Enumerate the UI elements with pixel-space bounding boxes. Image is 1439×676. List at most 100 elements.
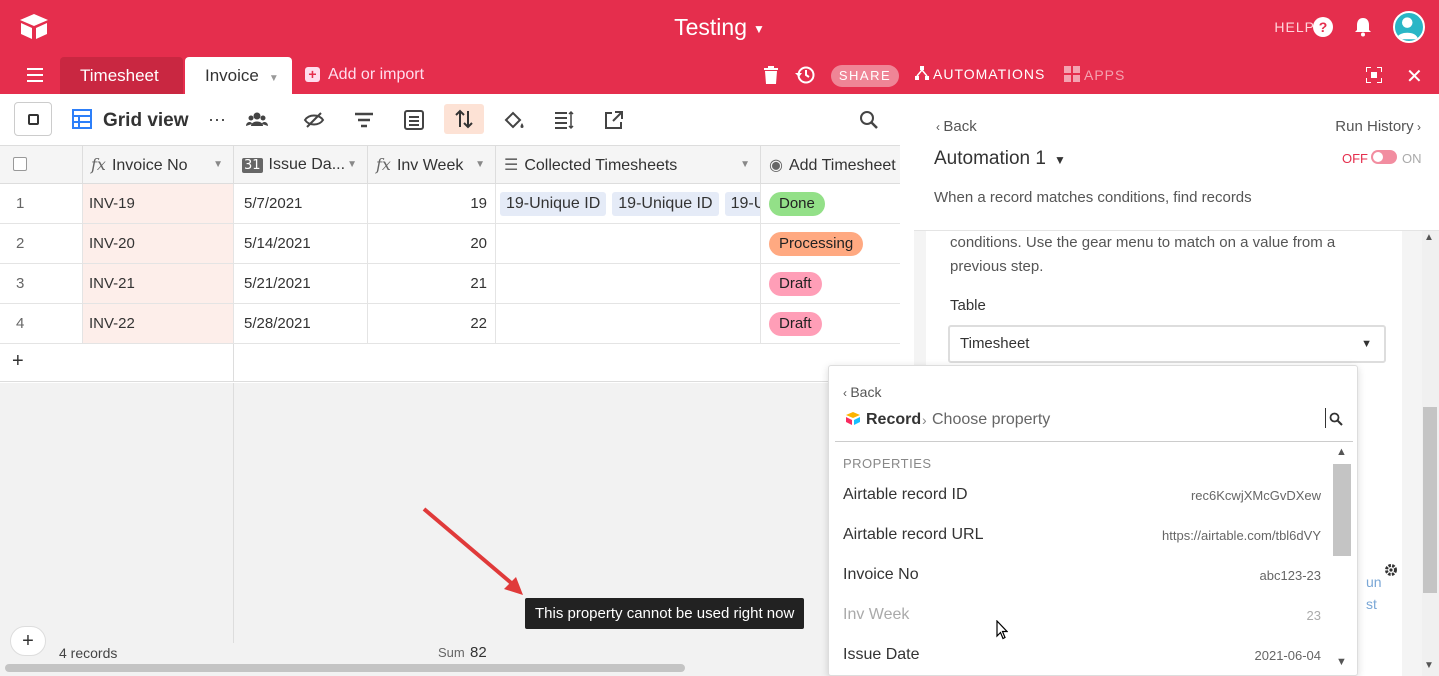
collected-timesheets-cell[interactable] (496, 304, 761, 344)
issue-date-cell[interactable]: 5/7/2021 (234, 184, 368, 224)
caret-down-icon[interactable]: ▼ (347, 146, 357, 184)
invoice-no-cell[interactable]: INV-21 (83, 264, 234, 304)
help-icon[interactable]: ? (1313, 17, 1333, 37)
property-name: Issue Date (843, 646, 920, 663)
scroll-down-icon[interactable]: ▼ (1424, 660, 1434, 671)
group-icon[interactable] (403, 109, 425, 131)
expand-icon[interactable] (1366, 67, 1382, 83)
apps-button[interactable]: APPS (1064, 66, 1125, 83)
caret-down-icon[interactable]: ▼ (475, 146, 485, 184)
avatar[interactable] (1393, 11, 1425, 43)
history-icon[interactable] (795, 65, 815, 85)
base-title[interactable]: Testing ▼ (0, 14, 1439, 41)
people-icon[interactable] (246, 109, 268, 131)
column-header-collected-timesheets[interactable]: ☰ Collected Timesheets ▼ (496, 146, 761, 184)
property-name: Airtable record ID (843, 486, 968, 503)
invoice-no-cell[interactable]: INV-19 (83, 184, 234, 224)
popup-back-link[interactable]: ‹ Back (843, 384, 881, 400)
select-all-checkbox[interactable] (13, 157, 27, 171)
text-cursor (1325, 408, 1326, 428)
popup-scroll-thumb[interactable] (1333, 464, 1351, 556)
bell-icon[interactable] (1354, 17, 1372, 37)
search-icon[interactable] (859, 110, 879, 130)
filter-icon[interactable] (353, 109, 375, 131)
add-or-import-button[interactable]: + Add or import (305, 66, 424, 84)
table-select[interactable]: Timesheet ▼ (948, 325, 1386, 363)
gear-icon[interactable] (1384, 563, 1398, 577)
annotation-arrow-icon (422, 507, 523, 595)
panel-scroll-thumb[interactable] (1423, 407, 1437, 593)
property-item[interactable]: Invoice No abc123-23 (843, 566, 1321, 606)
automation-name[interactable]: Automation 1 ▼ (934, 148, 1066, 170)
caret-down-icon[interactable]: ▼ (269, 73, 279, 84)
collected-timesheets-cell[interactable] (496, 224, 761, 264)
scroll-down-icon[interactable]: ▼ (1336, 656, 1347, 668)
status-cell[interactable]: Draft (761, 264, 900, 304)
property-item[interactable]: Issue Date 2021-06-04 (843, 646, 1321, 675)
collected-timesheets-cell[interactable] (496, 264, 761, 304)
status-badge: Done (769, 192, 825, 216)
help-link[interactable]: HELP (1274, 19, 1315, 35)
column-header-inv-week[interactable]: fx Inv Week ▼ (368, 146, 496, 184)
property-item[interactable]: Airtable record URL https://airtable.com/… (843, 526, 1321, 566)
column-header-add-timesheet[interactable]: ◉ Add Timesheet (761, 146, 900, 184)
status-cell[interactable]: Processing (761, 224, 900, 264)
close-icon[interactable]: ✕ (1406, 64, 1423, 89)
search-icon[interactable] (1329, 412, 1343, 426)
menu-icon[interactable] (27, 68, 43, 82)
invoice-no-cell[interactable]: INV-20 (83, 224, 234, 264)
caret-down-icon: ▼ (1361, 338, 1372, 350)
status-cell[interactable]: Draft (761, 304, 900, 344)
status-cell[interactable]: Done (761, 184, 900, 224)
caret-down-icon[interactable]: ▼ (740, 146, 750, 184)
issue-date-cell[interactable]: 5/28/2021 (234, 304, 368, 344)
add-record-button[interactable]: + (10, 626, 46, 656)
column-header-issue-date[interactable]: 31 Issue Da... ▼ (234, 146, 368, 184)
issue-date-cell[interactable]: 5/14/2021 (234, 224, 368, 264)
linked-record-chip[interactable]: 19-Unique ID (500, 192, 607, 216)
hide-fields-icon[interactable] (303, 109, 325, 131)
back-link[interactable]: ‹ Back (936, 118, 977, 135)
horizontal-scrollbar[interactable] (5, 664, 685, 672)
row-height-icon[interactable] (553, 109, 575, 131)
row-number[interactable]: 1 (0, 184, 83, 224)
property-item[interactable]: Airtable record ID rec6KcwjXMcGvDXew (843, 486, 1321, 526)
color-bucket-icon[interactable] (503, 109, 525, 131)
sum-value: 82 (470, 644, 487, 661)
scroll-up-icon[interactable]: ▲ (1336, 446, 1347, 458)
tab-timesheet[interactable]: Timesheet (60, 57, 183, 94)
column-header-invoice-no[interactable]: fx Invoice No ▼ (83, 146, 234, 184)
inv-week-cell[interactable]: 21 (368, 264, 496, 304)
collected-timesheets-cell[interactable]: 19-Unique ID19-Unique ID19-U (496, 184, 761, 224)
row-number[interactable]: 4 (0, 304, 83, 344)
inv-week-cell[interactable]: 22 (368, 304, 496, 344)
row-number[interactable]: 2 (0, 224, 83, 264)
row-number[interactable]: 3 (0, 264, 83, 304)
view-name[interactable]: Grid view (103, 110, 189, 132)
linked-record-chip[interactable]: 19-U (724, 192, 760, 216)
tab-invoice[interactable]: Invoice ▼ (185, 57, 292, 94)
sum-label[interactable]: Sum (438, 645, 465, 660)
run-history-link[interactable]: Run History › (1335, 118, 1421, 135)
sort-button[interactable] (444, 104, 484, 134)
share-view-icon[interactable] (603, 109, 625, 131)
automations-button[interactable]: AUTOMATIONS (915, 66, 1045, 82)
invoice-no-cell[interactable]: INV-22 (83, 304, 234, 344)
inv-week-cell[interactable]: 19 (368, 184, 496, 224)
issue-date-cell[interactable]: 5/21/2021 (234, 264, 368, 304)
more-icon[interactable]: ⋯ (206, 109, 228, 131)
add-row-button[interactable]: + (0, 344, 234, 382)
share-button[interactable]: SHARE (831, 65, 899, 87)
property-value: https://airtable.com/tbl6dVY (1162, 528, 1321, 543)
inv-week-cell[interactable]: 20 (368, 224, 496, 264)
linked-record-chip[interactable]: 19-Unique ID (612, 192, 719, 216)
sidebar-toggle-button[interactable] (14, 102, 52, 136)
automation-toggle[interactable] (1371, 150, 1397, 164)
trash-icon[interactable] (764, 66, 778, 84)
plus-icon: + (305, 67, 320, 82)
grid-view-icon (72, 109, 92, 129)
caret-down-icon[interactable]: ▼ (213, 146, 223, 184)
scroll-up-icon[interactable]: ▲ (1424, 232, 1434, 243)
table-label: Table (950, 297, 986, 314)
test-link[interactable]: un st (1366, 571, 1382, 615)
